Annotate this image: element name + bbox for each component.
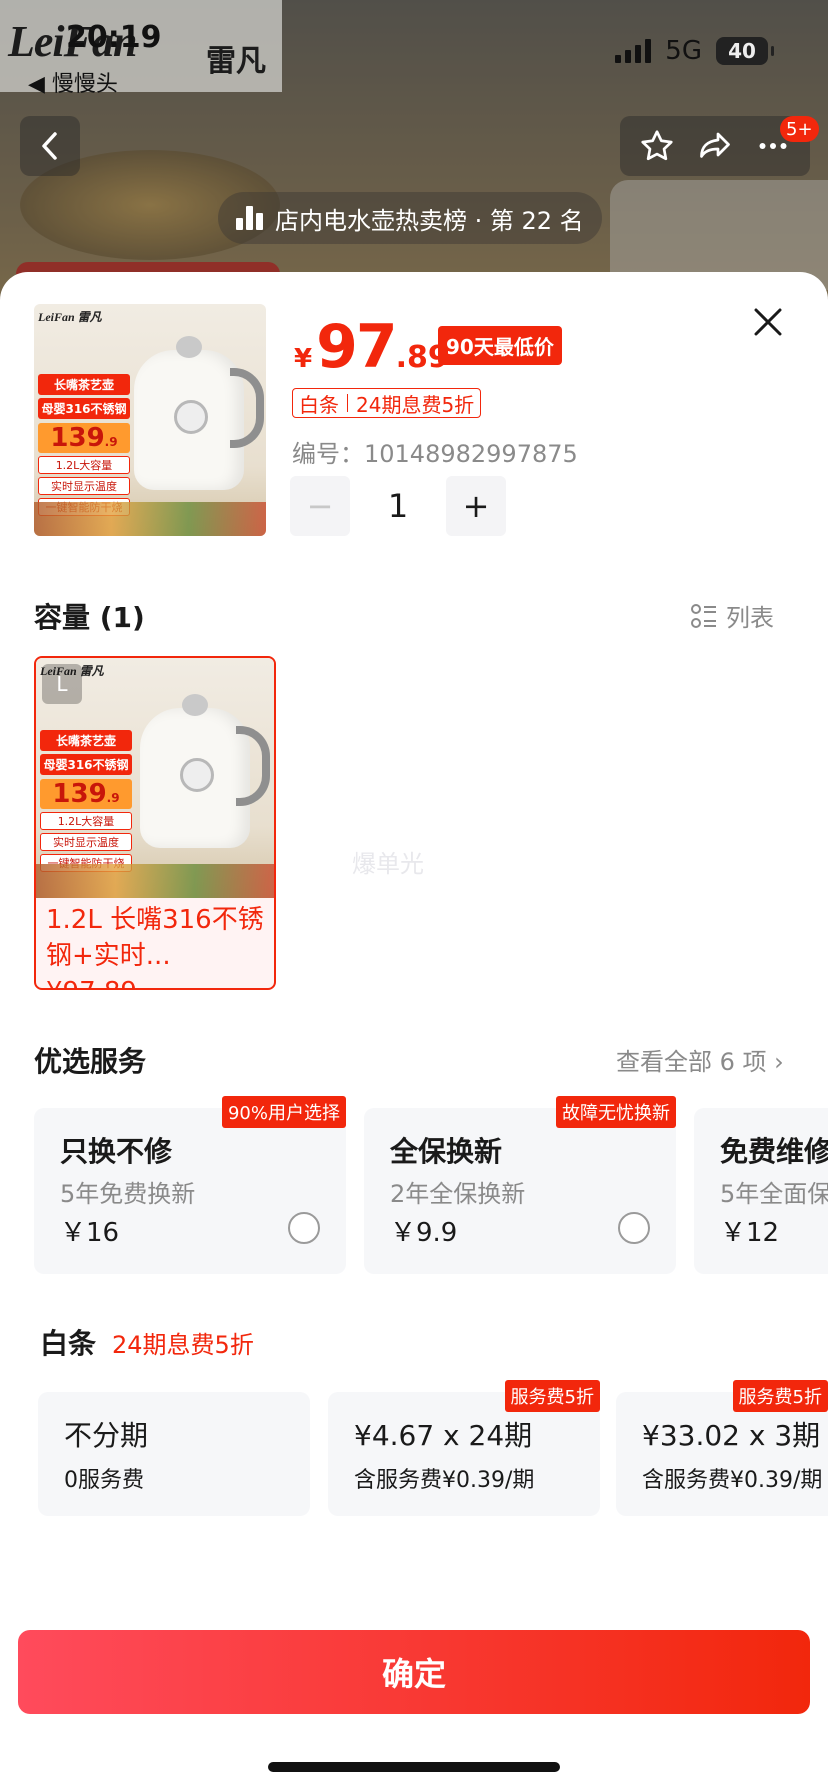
services-title: 优选服务 — [34, 1045, 147, 1078]
rank-text: 店内电水壶热卖榜 · 第 22 名 — [275, 206, 584, 235]
installment-tag: 服务费5折 — [732, 1380, 828, 1412]
service-card[interactable]: 90%用户选择 只换不修 5年免费换新 ￥16 — [34, 1096, 346, 1274]
service-card[interactable]: 故障无忧换新 全保换新 2年全保换新 ￥9.9 — [364, 1096, 676, 1274]
service-radio[interactable] — [618, 1212, 650, 1244]
variant-option-selected[interactable]: LeiFan 雷凡 长嘴茶艺壶 母婴316不锈钢 139.9 1.2L大容量 实… — [34, 656, 276, 990]
chevron-left-icon — [42, 132, 57, 160]
installment-option[interactable]: 服务费5折 ¥33.02 x 3期 含服务费¥0.39/期 — [616, 1380, 828, 1516]
brand-logo-cn: 雷凡 — [206, 44, 266, 79]
quantity-stepper: − 1 + — [290, 476, 506, 536]
service-radio[interactable] — [288, 1212, 320, 1244]
installment-fee: 含服务费¥0.39/期 — [642, 1468, 823, 1493]
service-card[interactable]: 免费维修 5年全面保 ￥12 — [694, 1108, 828, 1274]
service-title: 免费维修 — [720, 1135, 828, 1168]
rank-banner[interactable]: 店内电水壶热卖榜 · 第 22 名 — [218, 192, 602, 244]
product-thumbnail[interactable]: LeiFan 雷凡 长嘴茶艺壶 母婴316不锈钢 139.9 1.2L大容量 实… — [34, 304, 266, 536]
service-title: 全保换新 — [390, 1135, 503, 1168]
baitiao-section-title: 白条 24期息费5折 — [40, 1327, 254, 1360]
product-brand-mark: LeiFan 雷凡 — [38, 310, 102, 324]
promo-line2: 母婴316不锈钢 — [38, 398, 130, 419]
share-icon[interactable] — [697, 128, 733, 164]
status-indicators: 5G 40 — [615, 36, 774, 66]
promo-feature-1: 1.2L大容量 — [38, 456, 130, 474]
installment-plan: ¥33.02 x 3期 — [642, 1419, 821, 1452]
service-tag: 故障无忧换新 — [556, 1096, 676, 1128]
promo-feature-2: 实时显示温度 — [38, 477, 130, 495]
installment-option[interactable]: 不分期 0服务费 — [38, 1392, 310, 1516]
service-price: ￥9.9 — [390, 1218, 458, 1248]
star-icon[interactable] — [639, 128, 675, 164]
network-type: 5G — [665, 36, 702, 66]
price: ¥ 97 .89 — [294, 312, 449, 382]
promo-line1: 长嘴茶艺壶 — [38, 374, 130, 395]
service-title: 只换不修 — [60, 1135, 173, 1168]
home-indicator[interactable] — [268, 1762, 560, 1772]
service-tag: 90%用户选择 — [221, 1096, 346, 1128]
confirm-button[interactable]: 确定 — [18, 1630, 810, 1714]
battery-icon: 40 — [716, 37, 774, 65]
sku-number: 编号：10148982997875 — [292, 440, 578, 468]
installment-plan: 不分期 — [64, 1419, 149, 1452]
message-badge: 5+ — [780, 116, 819, 142]
baitiao-promo-tag[interactable]: 白条 24期息费5折 — [292, 388, 482, 418]
status-time: 20:19 — [66, 20, 162, 55]
service-desc: 2年全保换新 — [390, 1180, 526, 1208]
service-desc: 5年免费换新 — [60, 1180, 196, 1208]
back-to-app-link[interactable]: ◀ 慢慢头 — [28, 66, 118, 98]
kettle-illustration — [134, 336, 244, 490]
promo-price: 139.9 — [38, 423, 130, 453]
increase-button[interactable]: + — [446, 476, 506, 536]
installment-tag: 服务费5折 — [504, 1380, 600, 1412]
sku-selection-sheet: LeiFan 雷凡 长嘴茶艺壶 母婴316不锈钢 139.9 1.2L大容量 实… — [0, 272, 828, 1792]
watermark-text: 爆单光 — [352, 850, 424, 878]
decrease-button[interactable]: − — [290, 476, 350, 536]
service-desc: 5年全面保 — [720, 1180, 828, 1208]
installment-fee: 0服务费 — [64, 1468, 144, 1493]
variant-label: L — [42, 664, 82, 704]
list-icon — [691, 603, 716, 628]
lowest-price-badge: 90天最低价 — [438, 326, 562, 365]
installment-option[interactable]: 服务费5折 ¥4.67 x 24期 含服务费¥0.39/期 — [328, 1380, 600, 1516]
capacity-title: 容量 (1) — [34, 601, 145, 634]
rank-chart-icon — [236, 206, 263, 230]
brand-watermark: LeiFan 雷凡 20:19 ◀ 慢慢头 — [0, 0, 282, 97]
signal-icon — [615, 39, 652, 63]
service-price: ￥16 — [60, 1218, 120, 1248]
installment-fee: 含服务费¥0.39/期 — [354, 1468, 535, 1493]
product-promo-labels: 长嘴茶艺壶 母婴316不锈钢 139.9 1.2L大容量 实时显示温度 一键智能… — [38, 374, 130, 516]
quantity-value[interactable]: 1 — [350, 487, 446, 525]
close-icon[interactable] — [750, 304, 786, 340]
back-button[interactable] — [20, 116, 80, 176]
list-view-toggle[interactable]: 列表 — [690, 598, 774, 633]
service-price: ￥12 — [720, 1218, 780, 1248]
variant-text: 1.2L 长嘴316不锈钢+实时... ¥97.89 — [46, 905, 264, 988]
installment-plan: ¥4.67 x 24期 — [354, 1419, 533, 1452]
services-see-all-link[interactable]: 查看全部 6 项 › — [616, 1042, 784, 1077]
